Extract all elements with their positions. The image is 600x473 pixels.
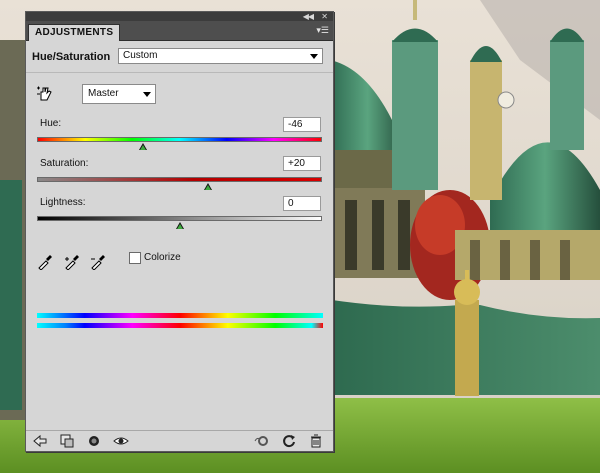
close-panel-icon[interactable]: ✕ <box>321 12 328 21</box>
panel-footer-toolbar <box>26 430 333 451</box>
back-arrow-icon[interactable] <box>32 433 48 449</box>
adjustment-title: Hue/Saturation <box>32 51 111 63</box>
colorize-label: Colorize <box>144 252 181 263</box>
colorize-checkbox[interactable] <box>129 252 141 264</box>
lightness-slider-track[interactable] <box>37 216 322 221</box>
eyedropper-icon[interactable] <box>37 254 53 270</box>
lightness-value-field[interactable]: 0 <box>283 196 321 211</box>
panel-menu-icon[interactable]: ▾☰ <box>316 25 329 35</box>
hue-slider-thumb[interactable] <box>139 143 148 150</box>
adjustment-header: Hue/Saturation Custom <box>26 42 333 73</box>
toggle-layer-visibility-icon[interactable] <box>86 433 102 449</box>
channel-value: Master <box>88 88 119 99</box>
hue-value-field[interactable]: -46 <box>283 117 321 132</box>
view-previous-state-icon[interactable] <box>254 433 270 449</box>
chevron-down-icon <box>143 92 151 97</box>
eye-icon[interactable] <box>113 433 129 449</box>
reset-icon[interactable] <box>281 433 297 449</box>
saturation-slider-thumb[interactable] <box>204 183 212 190</box>
preset-dropdown[interactable]: Custom <box>118 48 323 64</box>
panel-title-bar[interactable]: ◀◀ ✕ <box>26 12 333 21</box>
result-color-bar <box>37 323 323 328</box>
trash-icon[interactable] <box>308 433 324 449</box>
chevron-down-icon <box>310 54 318 59</box>
lightness-slider-thumb[interactable] <box>175 222 184 229</box>
lightness-label: Lightness: <box>40 197 86 208</box>
preset-value: Custom <box>123 50 158 61</box>
on-image-adjust-hand-icon[interactable] <box>36 85 54 103</box>
eyedropper-subtract-icon[interactable] <box>90 254 106 270</box>
collapse-panel-icon[interactable]: ◀◀ <box>303 12 314 21</box>
hue-label: Hue: <box>40 118 62 129</box>
saturation-value-field[interactable]: +20 <box>283 156 321 171</box>
eyedropper-add-icon[interactable] <box>64 254 80 270</box>
adjustments-panel: ◀◀ ✕ ADJUSTMENTS ▾☰ Hue/Saturation Custo… <box>25 11 334 452</box>
saturation-label: Saturation: <box>40 158 89 169</box>
source-color-bar <box>37 313 323 318</box>
tab-adjustments[interactable]: ADJUSTMENTS <box>28 24 121 41</box>
panel-tab-row: ADJUSTMENTS ▾☰ <box>26 21 333 41</box>
clip-to-layer-icon[interactable] <box>59 433 75 449</box>
saturation-slider-track[interactable] <box>37 177 322 182</box>
channel-dropdown[interactable]: Master <box>82 84 156 104</box>
hue-slider-track[interactable] <box>37 137 322 142</box>
